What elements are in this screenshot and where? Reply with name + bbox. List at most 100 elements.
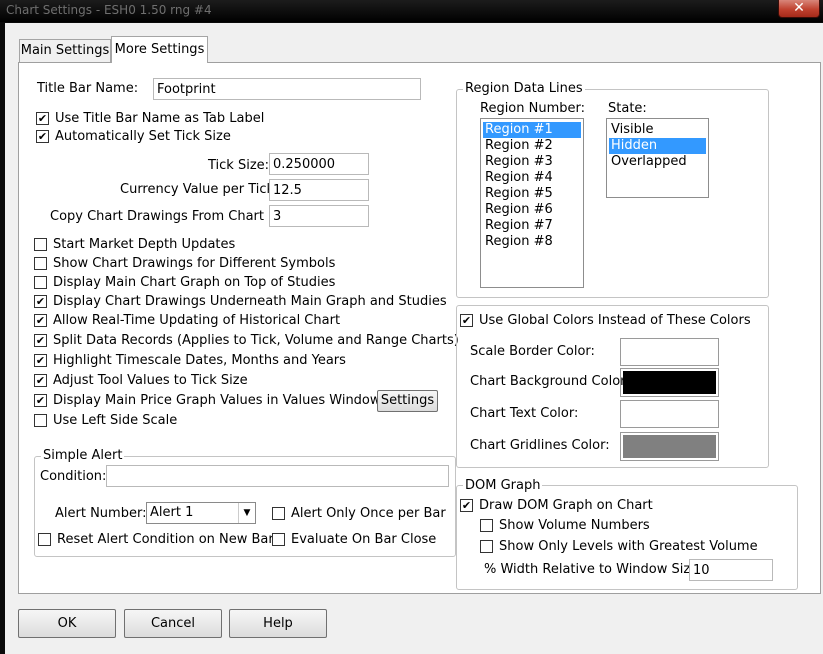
tick-size-input[interactable]: 0.250000 bbox=[269, 153, 369, 175]
checkbox[interactable]: ✔ bbox=[34, 294, 47, 308]
checkbox[interactable] bbox=[272, 506, 285, 520]
checkbox-label: Show Chart Drawings for Different Symbol… bbox=[53, 255, 336, 271]
checkbox[interactable]: ✔ bbox=[460, 313, 473, 327]
checkbox[interactable] bbox=[480, 539, 493, 553]
cancel-button[interactable]: Cancel bbox=[124, 609, 222, 638]
ok-button[interactable]: OK bbox=[18, 609, 116, 638]
chart-background-color-swatch[interactable] bbox=[620, 368, 719, 397]
checkbox[interactable]: ✔ bbox=[34, 333, 47, 347]
alert-number-value: Alert 1 bbox=[150, 505, 194, 520]
checkbox-label: Start Market Depth Updates bbox=[53, 236, 236, 252]
region-item[interactable]: Region #1 bbox=[483, 122, 581, 138]
checkbox[interactable] bbox=[272, 532, 285, 546]
copy-drawings-input[interactable]: 3 bbox=[269, 205, 369, 227]
chevron-down-icon[interactable]: ▼ bbox=[238, 503, 255, 523]
alert-number-label: Alert Number: bbox=[55, 506, 147, 521]
checkbox[interactable] bbox=[34, 413, 47, 427]
checkbox[interactable]: ✔ bbox=[34, 373, 47, 387]
region-data-lines-title: Region Data Lines bbox=[463, 81, 585, 96]
option-checkbox[interactable]: ✔ Allow Real-Time Updating of Historical … bbox=[34, 312, 340, 328]
color-label: Scale Border Color: bbox=[470, 344, 595, 359]
condition-input[interactable] bbox=[106, 465, 449, 487]
checkbox-label: Display Chart Drawings Underneath Main G… bbox=[53, 293, 447, 309]
option-checkbox[interactable]: ✔ Highlight Timescale Dates, Months and Y… bbox=[34, 352, 346, 368]
simple-alert-title: Simple Alert bbox=[41, 448, 125, 463]
width-relative-input[interactable]: 10 bbox=[689, 559, 773, 581]
color-label: Chart Gridlines Color: bbox=[470, 438, 610, 453]
currency-value-input[interactable]: 12.5 bbox=[269, 179, 369, 201]
reset-alert-checkbox[interactable]: Reset Alert Condition on New Bar bbox=[38, 531, 274, 547]
evaluate-bar-close-checkbox[interactable]: Evaluate On Bar Close bbox=[272, 531, 436, 547]
option-checkbox[interactable]: Show Chart Drawings for Different Symbol… bbox=[34, 255, 335, 271]
chart-gridlines-color-swatch[interactable] bbox=[620, 432, 719, 461]
region-number-list[interactable]: Region #1 Region #2 Region #3 Region #4 … bbox=[480, 118, 584, 288]
option-checkbox[interactable]: Start Market Depth Updates bbox=[34, 236, 235, 252]
title-bar-name-input[interactable]: Footprint bbox=[153, 78, 421, 100]
checkbox-label: Show Volume Numbers bbox=[499, 517, 650, 533]
state-item[interactable]: Visible bbox=[609, 122, 706, 138]
state-list[interactable]: Visible Hidden Overlapped bbox=[606, 118, 709, 198]
checkbox-label: Adjust Tool Values to Tick Size bbox=[53, 372, 248, 388]
option-checkbox[interactable]: ✔ Display Main Price Graph Values in Valu… bbox=[34, 392, 387, 408]
help-button[interactable]: Help bbox=[229, 609, 327, 638]
checkbox-label: Draw DOM Graph on Chart bbox=[479, 497, 653, 513]
checkbox[interactable] bbox=[480, 518, 493, 532]
alert-once-checkbox[interactable]: Alert Only Once per Bar bbox=[272, 505, 446, 521]
condition-label: Condition: bbox=[40, 469, 107, 484]
checkbox-label: Allow Real-Time Updating of Historical C… bbox=[53, 312, 341, 328]
checkbox[interactable]: ✔ bbox=[34, 313, 47, 327]
show-volume-numbers-checkbox[interactable]: Show Volume Numbers bbox=[480, 517, 650, 533]
region-number-label: Region Number: bbox=[480, 101, 586, 116]
alert-number-select[interactable]: Alert 1 ▼ bbox=[146, 502, 256, 524]
greatest-volume-checkbox[interactable]: Show Only Levels with Greatest Volume bbox=[480, 538, 758, 554]
region-item[interactable]: Region #5 bbox=[483, 186, 581, 202]
checkbox[interactable] bbox=[34, 256, 47, 270]
draw-dom-graph-checkbox[interactable]: ✔ Draw DOM Graph on Chart bbox=[460, 497, 653, 513]
checkbox[interactable]: ✔ bbox=[34, 393, 47, 407]
color-fill bbox=[623, 371, 716, 394]
option-checkbox[interactable]: ✔ Display Chart Drawings Underneath Main … bbox=[34, 293, 447, 309]
window-close-button[interactable]: ✕ bbox=[778, 0, 820, 18]
region-item[interactable]: Region #4 bbox=[483, 170, 581, 186]
window-title: Chart Settings - ESH0 1.50 rng #4 bbox=[6, 3, 212, 17]
state-item[interactable]: Hidden bbox=[609, 138, 706, 154]
state-item[interactable]: Overlapped bbox=[609, 154, 706, 170]
checkbox-label: Evaluate On Bar Close bbox=[291, 531, 437, 547]
color-label: Chart Text Color: bbox=[470, 406, 579, 421]
region-item[interactable]: Region #7 bbox=[483, 218, 581, 234]
checkbox-label: Use Global Colors Instead of These Color… bbox=[479, 312, 751, 328]
region-item[interactable]: Region #2 bbox=[483, 138, 581, 154]
checkbox[interactable] bbox=[34, 237, 47, 251]
tab-main-settings[interactable]: Main Settings bbox=[19, 39, 111, 63]
scale-border-color-swatch[interactable] bbox=[620, 338, 719, 366]
currency-value-label: Currency Value per Tick: bbox=[120, 182, 279, 197]
checkbox[interactable]: ✔ bbox=[460, 498, 473, 512]
use-title-as-tab-label-checkbox[interactable]: ✔ Use Title Bar Name as Tab Label bbox=[36, 110, 264, 126]
checkbox[interactable]: ✔ bbox=[36, 111, 49, 125]
option-checkbox[interactable]: Use Left Side Scale bbox=[34, 412, 177, 428]
auto-tick-size-checkbox[interactable]: ✔ Automatically Set Tick Size bbox=[36, 128, 231, 144]
checkbox-label: Reset Alert Condition on New Bar bbox=[57, 531, 274, 547]
checkbox[interactable] bbox=[34, 275, 47, 289]
checkbox-label: Split Data Records (Applies to Tick, Vol… bbox=[53, 332, 459, 348]
dom-graph-title: DOM Graph bbox=[463, 478, 543, 493]
region-item[interactable]: Region #3 bbox=[483, 154, 581, 170]
color-fill bbox=[623, 403, 716, 425]
checkbox-label: Use Title Bar Name as Tab Label bbox=[55, 110, 265, 126]
color-fill bbox=[623, 341, 716, 363]
title-bar-name-label: Title Bar Name: bbox=[37, 81, 139, 96]
tab-more-settings[interactable]: More Settings bbox=[111, 36, 208, 63]
region-item[interactable]: Region #8 bbox=[483, 234, 581, 250]
settings-button[interactable]: Settings bbox=[377, 390, 438, 412]
color-fill bbox=[623, 435, 716, 458]
checkbox[interactable] bbox=[38, 532, 51, 546]
chart-text-color-swatch[interactable] bbox=[620, 400, 719, 428]
checkbox[interactable]: ✔ bbox=[36, 129, 49, 143]
option-checkbox[interactable]: Display Main Chart Graph on Top of Studi… bbox=[34, 274, 335, 290]
state-label: State: bbox=[608, 101, 647, 116]
use-global-colors-checkbox[interactable]: ✔ Use Global Colors Instead of These Colo… bbox=[460, 312, 751, 328]
region-item[interactable]: Region #6 bbox=[483, 202, 581, 218]
checkbox[interactable]: ✔ bbox=[34, 353, 47, 367]
option-checkbox[interactable]: ✔ Adjust Tool Values to Tick Size bbox=[34, 372, 248, 388]
option-checkbox[interactable]: ✔ Split Data Records (Applies to Tick, Vo… bbox=[34, 332, 459, 348]
